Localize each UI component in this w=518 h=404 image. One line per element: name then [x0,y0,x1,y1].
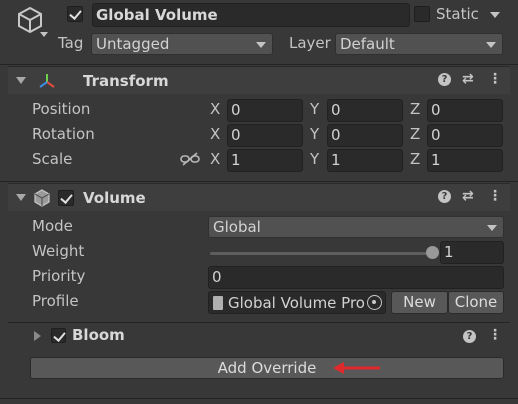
red-arrow-icon [333,362,380,374]
foldout-arrow-icon[interactable] [34,331,41,341]
new-profile-button[interactable]: New [391,291,448,314]
weight-slider-track[interactable] [210,252,432,255]
position-x-field[interactable]: 0 [227,99,303,122]
priority-label: Priority [32,267,86,285]
foldout-arrow-icon[interactable] [16,77,26,84]
more-options-icon[interactable]: ⋮ [488,188,502,204]
tag-label: Tag [58,34,84,52]
scale-y-field[interactable]: 1 [327,149,403,172]
icon-dropdown-arrow-icon[interactable] [40,32,48,37]
scale-x-field[interactable]: 1 [227,149,303,172]
axis-x-label[interactable]: X [210,100,220,118]
transform-title: Transform [83,72,169,90]
static-dropdown-arrow-icon[interactable] [490,12,500,18]
axis-z-label[interactable]: Z [410,100,420,118]
profile-object-field[interactable]: Global Volume Pro [208,291,386,314]
bloom-separator [8,322,510,323]
volume-cube-icon [34,189,50,207]
tag-dropdown[interactable]: Untagged [91,33,273,55]
scale-z-field[interactable]: 1 [427,149,503,172]
object-picker-icon[interactable] [367,295,382,310]
help-icon[interactable]: ? [463,330,476,343]
object-name-field[interactable]: Global Volume [92,3,410,27]
bloom-override-header[interactable]: Bloom ? ⋮ [28,324,504,348]
priority-field[interactable]: 0 [208,266,504,289]
tag-value: Untagged [96,35,170,53]
help-icon[interactable]: ? [438,73,451,86]
rotation-y-field[interactable]: 0 [327,124,403,147]
add-override-button[interactable]: Add Override [30,357,504,379]
rotation-label: Rotation [32,125,95,143]
static-label: Static [436,5,479,23]
chevron-down-icon [256,42,266,48]
rotation-x-field[interactable]: 0 [227,124,303,147]
volume-header[interactable]: Volume ? ⇄ ⋮ [8,183,510,211]
mode-label: Mode [32,217,73,235]
weight-field[interactable]: 1 [440,241,504,264]
position-label: Position [32,100,91,118]
mode-dropdown[interactable]: Global [208,216,504,238]
active-checkbox[interactable] [67,6,83,22]
bottom-separator [0,398,518,399]
axis-x-label[interactable]: X [210,150,220,168]
layer-dropdown[interactable]: Default [335,33,503,55]
axis-x-label[interactable]: X [210,125,220,143]
rotation-z-field[interactable]: 0 [427,124,503,147]
position-y-field[interactable]: 0 [327,99,403,122]
transform-axes-icon [39,74,55,88]
volume-title: Volume [83,189,146,207]
header-separator [0,64,518,65]
constrain-proportions-link-icon[interactable] [180,151,200,167]
scale-label: Scale [32,150,73,168]
axis-z-label[interactable]: Z [410,125,420,143]
static-checkbox[interactable] [414,6,430,22]
axis-y-label[interactable]: Y [310,150,319,168]
foldout-arrow-icon[interactable] [16,194,26,201]
more-options-icon[interactable]: ⋮ [488,71,502,87]
position-z-field[interactable]: 0 [427,99,503,122]
axis-y-label[interactable]: Y [310,100,319,118]
profile-asset-icon [213,296,223,310]
clone-profile-button[interactable]: Clone [448,291,504,314]
mode-value: Global [213,218,261,236]
gameobject-cube-icon [18,6,42,34]
layer-value: Default [340,35,395,53]
presets-icon[interactable]: ⇄ [462,71,474,87]
axis-z-label[interactable]: Z [410,150,420,168]
more-options-icon[interactable]: ⋮ [488,327,502,343]
transform-header[interactable]: Transform ? ⇄ ⋮ [8,66,510,94]
transform-separator [0,181,518,182]
profile-value: Global Volume Pro [228,294,365,312]
profile-label: Profile [32,292,79,310]
weight-slider-handle[interactable] [425,246,439,259]
bloom-enabled-checkbox[interactable] [51,328,66,343]
chevron-down-icon [487,225,497,231]
volume-enabled-checkbox[interactable] [58,190,74,206]
help-icon[interactable]: ? [438,190,451,203]
bloom-title: Bloom [72,326,125,344]
weight-label: Weight [32,242,85,260]
layer-label: Layer [289,34,331,52]
presets-icon[interactable]: ⇄ [462,188,474,204]
axis-y-label[interactable]: Y [310,125,319,143]
chevron-down-icon [486,42,496,48]
